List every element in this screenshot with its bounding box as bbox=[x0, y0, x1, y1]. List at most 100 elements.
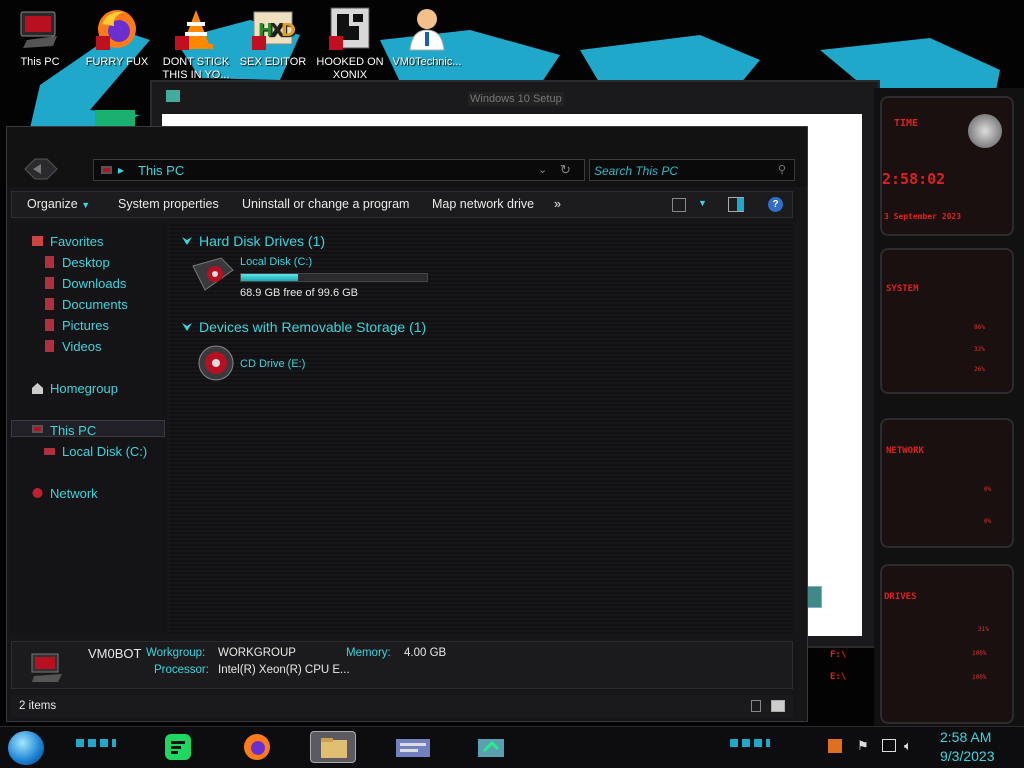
nav-item-favorites[interactable]: Favorites bbox=[31, 234, 103, 249]
videos-folder-icon bbox=[43, 340, 56, 352]
search-box[interactable]: ⚲ bbox=[589, 159, 795, 181]
system-properties-button[interactable]: System properties bbox=[118, 197, 219, 211]
hxd-editor-icon: HXD bbox=[250, 6, 296, 52]
nav-item-downloads[interactable]: Downloads bbox=[43, 276, 126, 291]
nav-desktop-label: Desktop bbox=[62, 255, 110, 270]
nav-item-documents[interactable]: Documents bbox=[43, 297, 128, 312]
hard-drive-icon bbox=[43, 445, 56, 457]
gadget-drives-panel: DRIVES 31% 100% 100% bbox=[880, 564, 1014, 724]
clock-time[interactable]: 2:58 AM bbox=[940, 729, 991, 745]
alienware-gadget: TIME 2:58:02 3 September 2023 SYSTEM 86%… bbox=[830, 88, 1024, 728]
large-icons-view-icon[interactable] bbox=[771, 700, 785, 712]
gadget-drive-val-3: 100% bbox=[972, 674, 987, 681]
local-disk-c-name: Local Disk (C:) bbox=[240, 256, 313, 268]
nav-item-local-disk[interactable]: Local Disk (C:) bbox=[43, 444, 147, 459]
group-header-removable-storage[interactable]: Devices with Removable Storage (1) bbox=[181, 319, 426, 335]
this-pc-icon bbox=[31, 424, 44, 436]
taskbar-notes-app[interactable] bbox=[156, 731, 202, 763]
view-chevron-icon[interactable]: ▼ bbox=[698, 198, 707, 208]
map-network-drive-button[interactable]: Map network drive bbox=[432, 197, 534, 211]
gadget-system-val-1: 86% bbox=[974, 324, 985, 331]
command-bar: Organize ▼ System properties Uninstall o… bbox=[11, 191, 793, 218]
group-header-hard-disk-drives[interactable]: Hard Disk Drives (1) bbox=[181, 233, 325, 249]
taskbar-firefox[interactable] bbox=[234, 731, 280, 763]
gadget-network-val-2: 0% bbox=[984, 518, 992, 525]
preview-pane-icon[interactable] bbox=[728, 197, 744, 212]
gadget-system-val-2: 32% bbox=[974, 346, 985, 353]
desktop-icon-sex-editor[interactable]: HXD SEX EDITOR bbox=[235, 6, 311, 82]
gadget-drive-letter-f: F:\ bbox=[830, 650, 847, 660]
network-tray-icon[interactable] bbox=[882, 739, 896, 752]
nav-network-label: Network bbox=[50, 486, 98, 501]
local-disk-c-free-space: 68.9 GB free of 99.6 GB bbox=[240, 287, 359, 299]
desktop-icon-this-pc[interactable]: This PC bbox=[2, 6, 78, 82]
address-bar[interactable]: ▸ This PC ⌄ ↻ bbox=[93, 159, 585, 181]
help-icon[interactable]: ? bbox=[768, 197, 783, 212]
start-button[interactable] bbox=[8, 731, 44, 765]
nav-item-network[interactable]: Network bbox=[31, 486, 98, 501]
nav-item-videos[interactable]: Videos bbox=[43, 339, 102, 354]
processor-value: Intel(R) Xeon(R) CPU E... bbox=[218, 664, 350, 676]
nav-videos-label: Videos bbox=[62, 339, 102, 354]
desktop-icon-dont-stick[interactable]: DONT STICK THIS IN YO... bbox=[158, 6, 234, 82]
taskbar-file-explorer[interactable] bbox=[310, 731, 356, 763]
group-collapse-icon bbox=[181, 320, 193, 332]
more-commands-button[interactable]: » bbox=[554, 197, 561, 211]
gadget-system-label: SYSTEM bbox=[886, 284, 919, 294]
vlc-cone-icon bbox=[173, 6, 219, 52]
clock-date[interactable]: 9/3/2023 bbox=[940, 748, 995, 764]
view-options-icon[interactable] bbox=[672, 198, 686, 212]
search-input[interactable] bbox=[594, 163, 774, 178]
desktop-icon-furry-fux[interactable]: FURRY FUX bbox=[79, 6, 155, 82]
setup-window-title: Windows 10 Setup bbox=[468, 92, 564, 106]
gadget-date-value: 3 September 2023 bbox=[884, 212, 962, 221]
desktop-icon-vm0technic[interactable]: VM0Technic... bbox=[389, 6, 465, 82]
desktop: This PC FURRY FUX DONT STICK THIS IN YO.… bbox=[0, 0, 1024, 768]
firefox-icon bbox=[94, 6, 140, 52]
gadget-system-val-3: 26% bbox=[974, 366, 985, 373]
xonix-game-icon bbox=[327, 6, 373, 52]
explorer-titlebar: ▸ This PC ⌄ ↻ ⚲ bbox=[7, 127, 807, 187]
nav-item-this-pc[interactable]: This PC bbox=[31, 423, 96, 438]
pictures-folder-icon bbox=[43, 319, 56, 331]
network-icon bbox=[31, 487, 44, 499]
pc-name: VM0BOT bbox=[88, 646, 142, 661]
gadget-network-label: NETWORK bbox=[886, 446, 924, 456]
taskbar-setup[interactable] bbox=[468, 731, 514, 763]
content-pane: Hard Disk Drives (1) Local Disk (C:) 68.… bbox=[169, 222, 793, 634]
action-center-flag-icon[interactable]: ⚑ bbox=[857, 738, 869, 754]
organize-label: Organize bbox=[27, 197, 78, 211]
desktop-icon-hooked-on-xonix[interactable]: HOOKED ON XONIX bbox=[312, 6, 388, 82]
setup-next-button[interactable] bbox=[806, 586, 822, 608]
refresh-icon[interactable]: ↻ bbox=[560, 162, 571, 178]
gadget-network-panel: NETWORK 0% 0% bbox=[880, 418, 1014, 548]
gadget-time-value: 2:58:02 bbox=[882, 170, 946, 188]
chevron-down-icon[interactable]: ⌄ bbox=[538, 163, 547, 176]
breadcrumb-arrow-icon[interactable]: ▸ bbox=[118, 163, 124, 177]
status-item-count: 2 items bbox=[19, 700, 57, 712]
organize-button[interactable]: Organize ▼ bbox=[27, 197, 90, 211]
memory-label: Memory: bbox=[346, 647, 391, 659]
group-removable-label: Devices with Removable Storage (1) bbox=[199, 319, 427, 335]
back-forward-icon[interactable] bbox=[23, 157, 59, 181]
uninstall-program-button[interactable]: Uninstall or change a program bbox=[242, 197, 409, 211]
tray-app-icon[interactable] bbox=[828, 739, 842, 753]
local-disk-c-usage-bar bbox=[240, 273, 428, 282]
nav-item-desktop[interactable]: Desktop bbox=[43, 255, 110, 270]
this-pc-small-icon bbox=[100, 164, 114, 176]
details-view-icon[interactable] bbox=[751, 700, 761, 712]
status-bar: 2 items bbox=[11, 695, 793, 717]
documents-folder-icon bbox=[43, 298, 56, 310]
taskbar-control-panel[interactable] bbox=[390, 731, 436, 763]
group-collapse-icon bbox=[181, 234, 193, 246]
navigation-pane: Favorites Desktop Downloads Documents Pi… bbox=[11, 222, 167, 634]
nav-favorites-label: Favorites bbox=[50, 234, 104, 249]
nav-item-homegroup[interactable]: Homegroup bbox=[31, 381, 118, 396]
explorer-window[interactable]: ▸ This PC ⌄ ↻ ⚲ Organize ▼ System proper… bbox=[6, 126, 808, 722]
star-icon bbox=[31, 235, 44, 247]
volume-icon[interactable]: 🔈︎ bbox=[904, 738, 912, 754]
nav-item-pictures[interactable]: Pictures bbox=[43, 318, 109, 333]
search-icon[interactable]: ⚲ bbox=[778, 163, 786, 176]
organize-chevron-icon: ▼ bbox=[81, 200, 91, 210]
nav-this-pc-label: This PC bbox=[50, 423, 97, 438]
